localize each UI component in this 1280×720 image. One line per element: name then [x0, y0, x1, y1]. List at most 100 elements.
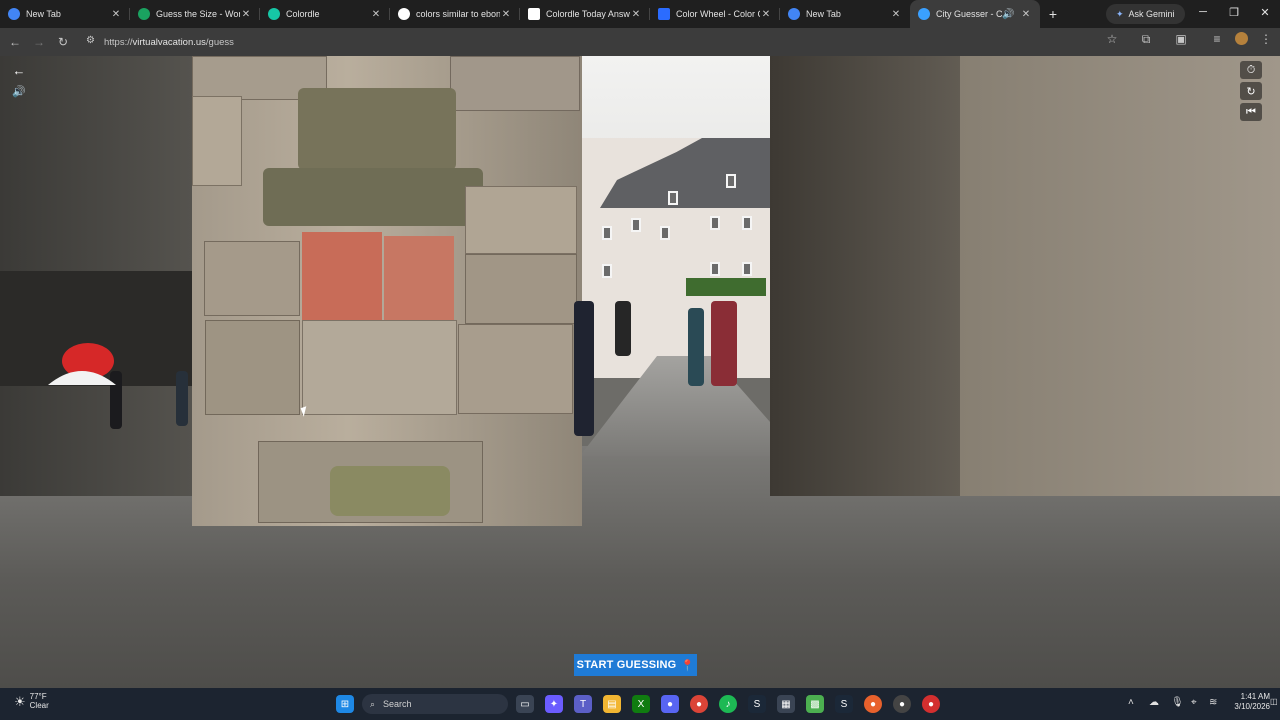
- app-record-icon[interactable]: ●: [922, 695, 940, 713]
- stone-block: [450, 56, 580, 111]
- location-icon[interactable]: ⌖: [1191, 697, 1197, 708]
- stone-block: [205, 320, 300, 415]
- reload-icon[interactable]: ↻: [51, 30, 75, 54]
- weather-temp: 77°F: [29, 692, 47, 701]
- pedestrian: [688, 308, 704, 386]
- media-controls-icon[interactable]: ≡: [1207, 32, 1227, 46]
- umbrella-hat: [48, 343, 116, 385]
- tab-color-wheel[interactable]: Color Wheel - Color Ca ✕: [650, 0, 780, 28]
- tab-title: City Guesser - Can: [936, 9, 1002, 19]
- pedestrian: [574, 301, 594, 436]
- street-view[interactable]: ← 🔊 ⏱ ↻ ⏮ START GUESSING 📍: [0, 56, 1280, 688]
- extensions-icon[interactable]: ⧉: [1136, 32, 1156, 47]
- weather-icon: ☀: [14, 693, 26, 709]
- onedrive-icon[interactable]: ☁: [1149, 697, 1159, 708]
- kebab-menu-icon[interactable]: ⋮: [1256, 32, 1276, 46]
- tab-colordle[interactable]: Colordle ✕: [260, 0, 390, 28]
- tab-title: Color Wheel - Color Ca: [676, 9, 760, 19]
- canva-icon: [658, 8, 670, 20]
- steam-2-icon[interactable]: S: [835, 695, 853, 713]
- close-icon[interactable]: ✕: [630, 9, 642, 20]
- tab-colors-similar[interactable]: colors similar to ebony ✕: [390, 0, 520, 28]
- new-tab-button[interactable]: +: [1040, 6, 1066, 22]
- minecraft-icon[interactable]: ▩: [806, 695, 824, 713]
- weather-desc: Clear: [29, 701, 49, 710]
- window: [602, 264, 612, 278]
- close-icon[interactable]: ✕: [760, 9, 772, 20]
- close-icon[interactable]: ✕: [890, 9, 902, 20]
- weather-widget[interactable]: ☀ 77°F Clear: [14, 692, 49, 710]
- tab-city-guesser[interactable]: City Guesser - Can 🔊 ✕: [910, 0, 1040, 28]
- close-icon[interactable]: ✕: [500, 9, 512, 20]
- mic-icon[interactable]: 🎙: [1171, 697, 1184, 708]
- site-settings-icon[interactable]: ⚙: [86, 35, 95, 46]
- mossy-stone: [330, 466, 450, 516]
- address-bar[interactable]: ⚙ https://virtualvacation.us/guess: [80, 31, 1130, 53]
- window: [742, 216, 752, 230]
- close-icon[interactable]: ✕: [110, 9, 122, 20]
- history-icon[interactable]: ⏱: [1240, 61, 1262, 79]
- chrome-icon: [8, 8, 20, 20]
- game-back-icon[interactable]: ←: [10, 61, 28, 79]
- url-host: virtualvacation.us: [132, 36, 206, 48]
- tray-chevron-icon[interactable]: ˄: [1128, 697, 1134, 708]
- location-pin-icon: 📍: [680, 659, 695, 672]
- teams-icon[interactable]: T: [574, 695, 592, 713]
- taskbar-clock[interactable]: 1:41 AM 3/10/2026: [1226, 692, 1270, 712]
- page-icon: [528, 8, 540, 20]
- taskbar-search[interactable]: ⌕ Search: [362, 694, 508, 714]
- tab-title: Guess the Size - Worldl: [156, 9, 240, 19]
- tab-colordle-answer[interactable]: Colordle Today Answer ✕: [520, 0, 650, 28]
- close-window-icon[interactable]: ✕: [1257, 6, 1273, 19]
- minimize-icon[interactable]: ─: [1195, 6, 1211, 18]
- spotify-icon[interactable]: ♪: [719, 695, 737, 713]
- stone-block: [204, 241, 300, 316]
- windows-start-icon[interactable]: ⊞: [336, 695, 354, 713]
- xbox-icon[interactable]: X: [632, 695, 650, 713]
- right-wall-stones: [960, 56, 1280, 496]
- search-icon: ⌕: [370, 698, 376, 709]
- task-view-icon[interactable]: ▭: [516, 695, 534, 713]
- globe-icon: [918, 8, 930, 20]
- discord-icon[interactable]: ●: [661, 695, 679, 713]
- window: [631, 218, 641, 232]
- app-red-icon[interactable]: ●: [893, 695, 911, 713]
- tab-new-tab-2[interactable]: New Tab ✕: [780, 0, 910, 28]
- start-guessing-button[interactable]: START GUESSING 📍: [574, 654, 697, 676]
- notifications-icon[interactable]: ◫: [1270, 697, 1278, 706]
- window: [710, 262, 720, 276]
- skip-back-icon[interactable]: ⏮: [1240, 103, 1262, 121]
- close-icon[interactable]: ✕: [1020, 9, 1032, 20]
- tab-title: Colordle: [286, 9, 320, 19]
- copilot-icon[interactable]: ✦: [545, 695, 563, 713]
- speaker-icon[interactable]: 🔊: [1002, 9, 1014, 20]
- tab-worldle[interactable]: Guess the Size - Worldl ✕: [130, 0, 260, 28]
- refresh-video-icon[interactable]: ↻: [1240, 82, 1262, 100]
- bookmark-star-icon[interactable]: ☆: [1102, 32, 1122, 46]
- close-icon[interactable]: ✕: [240, 9, 252, 20]
- tab-title: New Tab: [26, 9, 61, 19]
- store-icon[interactable]: ▦: [777, 695, 795, 713]
- wifi-icon[interactable]: ≋: [1209, 697, 1217, 708]
- restore-icon[interactable]: ❐: [1226, 6, 1242, 19]
- steam-icon[interactable]: S: [748, 695, 766, 713]
- chrome-taskbar-icon[interactable]: ●: [690, 695, 708, 713]
- tab-new-tab-1[interactable]: New Tab ✕: [0, 0, 130, 28]
- pedestrian: [711, 301, 737, 386]
- window: [668, 191, 678, 205]
- ask-gemini-button[interactable]: ✦ Ask Gemini: [1106, 4, 1185, 24]
- game-volume-icon[interactable]: 🔊: [10, 82, 28, 100]
- clock-date: 3/10/2026: [1234, 702, 1270, 711]
- profile-avatar[interactable]: [1231, 32, 1251, 48]
- colordle-icon: [268, 8, 280, 20]
- forward-arrow-icon[interactable]: →: [27, 30, 51, 54]
- app-orange-icon[interactable]: ●: [864, 695, 882, 713]
- mossy-stone: [298, 88, 456, 170]
- close-icon[interactable]: ✕: [370, 9, 382, 20]
- url-path: /guess: [205, 36, 234, 48]
- window: [660, 226, 670, 240]
- back-arrow-icon[interactable]: ←: [3, 30, 27, 54]
- file-explorer-icon[interactable]: ▤: [603, 695, 621, 713]
- hedge: [686, 278, 766, 296]
- split-view-icon[interactable]: ▣: [1171, 32, 1191, 46]
